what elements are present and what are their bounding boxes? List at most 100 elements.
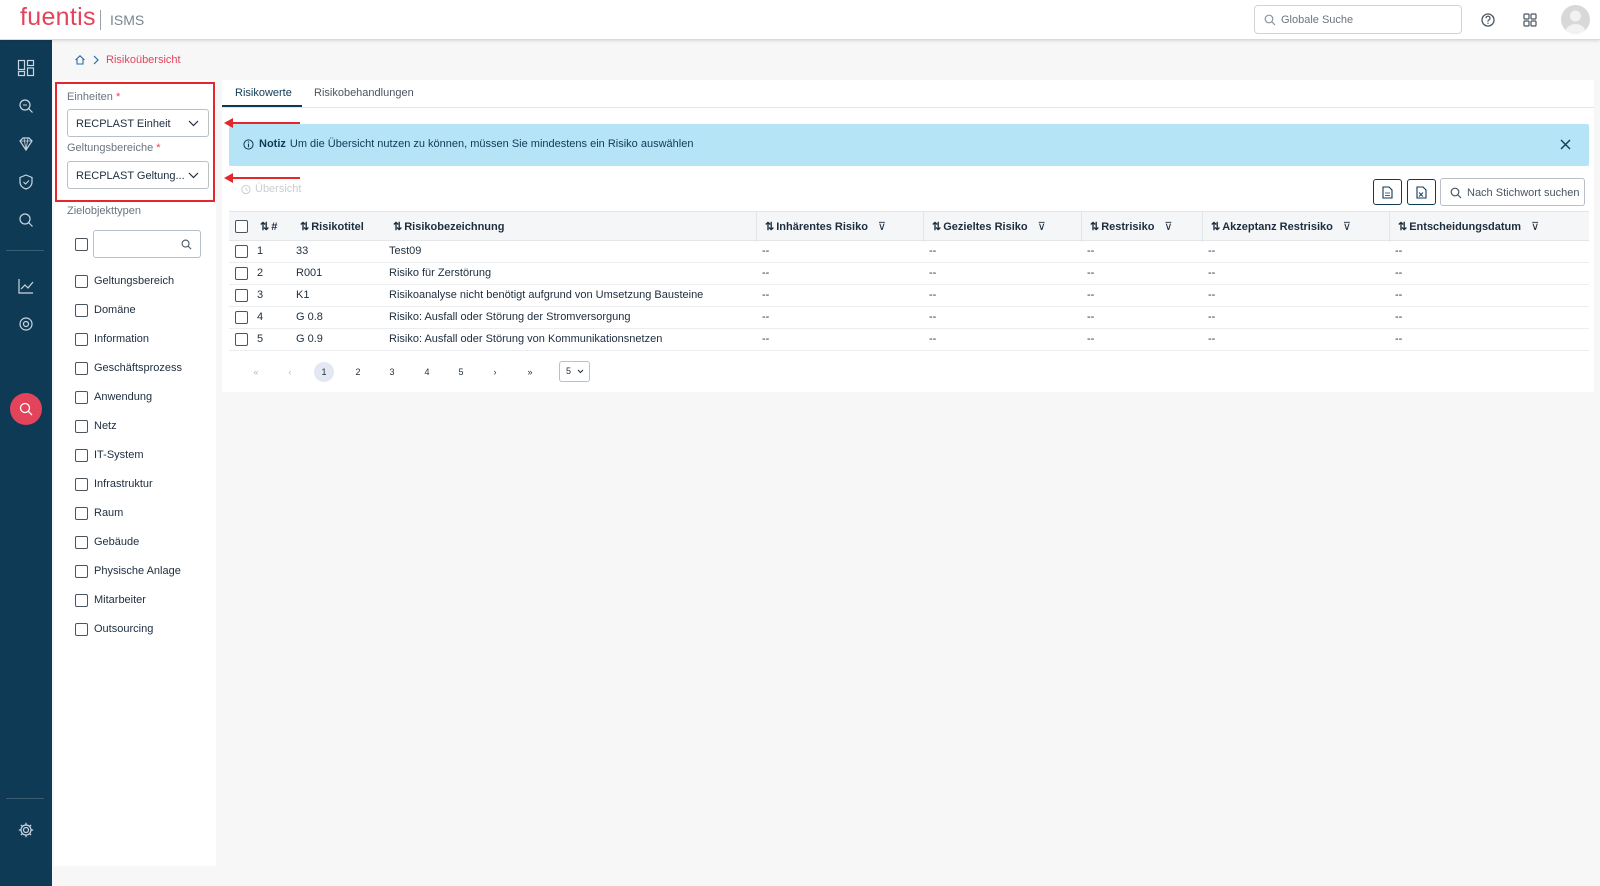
tab-risikowerte[interactable]: Risikowerte — [235, 87, 292, 99]
table-header: ⇅ # ⇅ Risikotitel ⇅ Risikobezeichnung ⇅ Inhä… — [229, 211, 1589, 242]
sort-icon: ⇅ — [1398, 221, 1408, 233]
object-type-item[interactable]: Gebäude — [75, 534, 139, 550]
checkbox[interactable] — [75, 361, 88, 375]
filter-icon[interactable]: ⊽ — [1038, 220, 1046, 233]
chart-icon[interactable] — [14, 274, 38, 298]
tab-risikobehandlungen[interactable]: Risikobehandlungen — [314, 87, 414, 99]
object-type-item[interactable]: Domäne — [75, 302, 136, 318]
home-icon[interactable] — [74, 54, 86, 66]
checkbox[interactable] — [75, 332, 88, 346]
column-separator — [1081, 212, 1082, 242]
pagination-page[interactable]: 2 — [348, 362, 368, 382]
checkbox[interactable] — [75, 593, 88, 607]
row-checkbox[interactable] — [235, 289, 248, 302]
global-search[interactable] — [1254, 5, 1462, 34]
global-search-input[interactable] — [1281, 10, 1456, 30]
sort-icon: ⇅ — [1211, 221, 1221, 233]
pagination-page[interactable]: 4 — [417, 362, 437, 382]
checkbox[interactable] — [75, 622, 88, 636]
row-checkbox[interactable] — [235, 267, 248, 280]
object-type-item[interactable]: Geschäftsprozess — [75, 360, 182, 376]
pagination-prev[interactable]: ‹ — [280, 362, 300, 382]
breadcrumb: Risikoübersicht — [74, 53, 181, 67]
diamond-icon[interactable] — [14, 132, 38, 156]
checkbox[interactable] — [75, 477, 88, 491]
dashboard-icon[interactable] — [14, 56, 38, 80]
export-excel-button[interactable] — [1407, 179, 1436, 205]
filter-icon[interactable]: ⊽ — [1531, 220, 1539, 233]
row-checkbox[interactable] — [235, 311, 248, 324]
object-type-item[interactable]: Information — [75, 331, 149, 347]
active-tab-indicator — [222, 105, 302, 107]
column-separator — [756, 212, 757, 242]
column-header-number[interactable]: ⇅ # — [260, 220, 277, 234]
pagination-next[interactable]: › — [485, 362, 505, 382]
checkbox[interactable] — [75, 448, 88, 462]
filter-icon[interactable]: ⊽ — [1164, 220, 1172, 233]
fuentis-logo[interactable]: fuentis — [20, 3, 96, 32]
user-avatar[interactable] — [1561, 5, 1590, 34]
pagination-last[interactable]: » — [520, 362, 540, 382]
risk-overview-nav-active[interactable] — [10, 393, 42, 425]
navigation-rail — [0, 40, 52, 886]
column-header-residual[interactable]: ⇅ Restrisiko ⊽ — [1090, 220, 1172, 234]
object-type-item[interactable]: Mitarbeiter — [75, 592, 146, 608]
checkbox[interactable] — [75, 506, 88, 520]
product-name: ISMS — [110, 12, 145, 28]
column-header-risikobezeichnung[interactable]: ⇅ Risikobezeichnung — [393, 220, 504, 234]
object-types-search[interactable] — [93, 230, 201, 258]
breadcrumb-current[interactable]: Risikoübersicht — [106, 54, 181, 66]
refresh-search-icon[interactable] — [14, 208, 38, 232]
target-icon[interactable] — [14, 312, 38, 336]
column-header-decision-date[interactable]: ⇅ Entscheidungsdatum ⊽ — [1398, 220, 1539, 234]
checkbox[interactable] — [75, 303, 88, 317]
filter-icon[interactable]: ⊽ — [878, 220, 886, 233]
search-icon — [1264, 14, 1276, 26]
sort-icon: ⇅ — [260, 221, 270, 233]
table-row[interactable]: 4 G 0.8 Risiko: Ausfall oder Störung der… — [229, 307, 1589, 329]
select-all-checkbox[interactable] — [235, 220, 248, 233]
object-type-item[interactable]: Raum — [75, 505, 123, 521]
column-header-targeted[interactable]: ⇅ Gezieltes Risiko ⊽ — [932, 220, 1046, 234]
shield-icon[interactable] — [14, 170, 38, 194]
pagination-page[interactable]: 1 — [314, 362, 334, 382]
pagination-page[interactable]: 3 — [382, 362, 402, 382]
table-row[interactable]: 2 R001 Risiko für Zerstörung -- -- -- --… — [229, 263, 1589, 285]
help-icon[interactable] — [1478, 10, 1498, 30]
page-size-select[interactable]: 5 — [559, 361, 590, 382]
checkbox[interactable] — [75, 390, 88, 404]
analysis-search-icon[interactable] — [14, 94, 38, 118]
column-header-risikotitel[interactable]: ⇅ Risikotitel — [300, 220, 364, 234]
row-checkbox[interactable] — [235, 245, 248, 258]
table-search-input[interactable] — [1467, 184, 1581, 202]
object-type-item[interactable]: Geltungsbereich — [75, 273, 174, 289]
export-pdf-button[interactable] — [1373, 179, 1402, 205]
checkbox[interactable] — [75, 564, 88, 578]
overview-button[interactable]: Übersicht — [240, 183, 301, 195]
checkbox[interactable] — [75, 419, 88, 433]
close-icon[interactable] — [1560, 139, 1571, 150]
object-type-item[interactable]: Netz — [75, 418, 117, 434]
checkbox[interactable] — [75, 535, 88, 549]
pagination-page[interactable]: 5 — [451, 362, 471, 382]
pagination-first[interactable]: « — [246, 362, 266, 382]
row-checkbox[interactable] — [235, 333, 248, 346]
checkbox[interactable] — [75, 274, 88, 288]
object-type-item[interactable]: Anwendung — [75, 389, 152, 405]
column-header-inherent[interactable]: ⇅ Inhärentes Risiko ⊽ — [765, 220, 886, 234]
settings-gear-icon[interactable] — [14, 818, 38, 842]
object-type-item[interactable]: Outsourcing — [75, 621, 153, 637]
filter-icon[interactable]: ⊽ — [1343, 220, 1351, 233]
object-types-select-all-checkbox[interactable] — [75, 238, 88, 251]
table-search[interactable] — [1440, 178, 1585, 206]
document-icon — [1416, 185, 1427, 199]
table-row[interactable]: 3 K1 Risikoanalyse nicht benötigt aufgru… — [229, 285, 1589, 307]
column-header-acceptance[interactable]: ⇅ Akzeptanz Restrisiko ⊽ — [1211, 220, 1351, 234]
table-row[interactable]: 1 33 Test09 -- -- -- -- -- — [229, 241, 1589, 263]
object-type-item[interactable]: Physische Anlage — [75, 563, 181, 579]
object-type-item[interactable]: IT-System — [75, 447, 144, 463]
annotation-arrow — [224, 173, 300, 183]
object-type-item[interactable]: Infrastruktur — [75, 476, 153, 492]
app-grid-icon[interactable] — [1520, 10, 1540, 30]
table-row[interactable]: 5 G 0.9 Risiko: Ausfall oder Störung von… — [229, 329, 1589, 351]
